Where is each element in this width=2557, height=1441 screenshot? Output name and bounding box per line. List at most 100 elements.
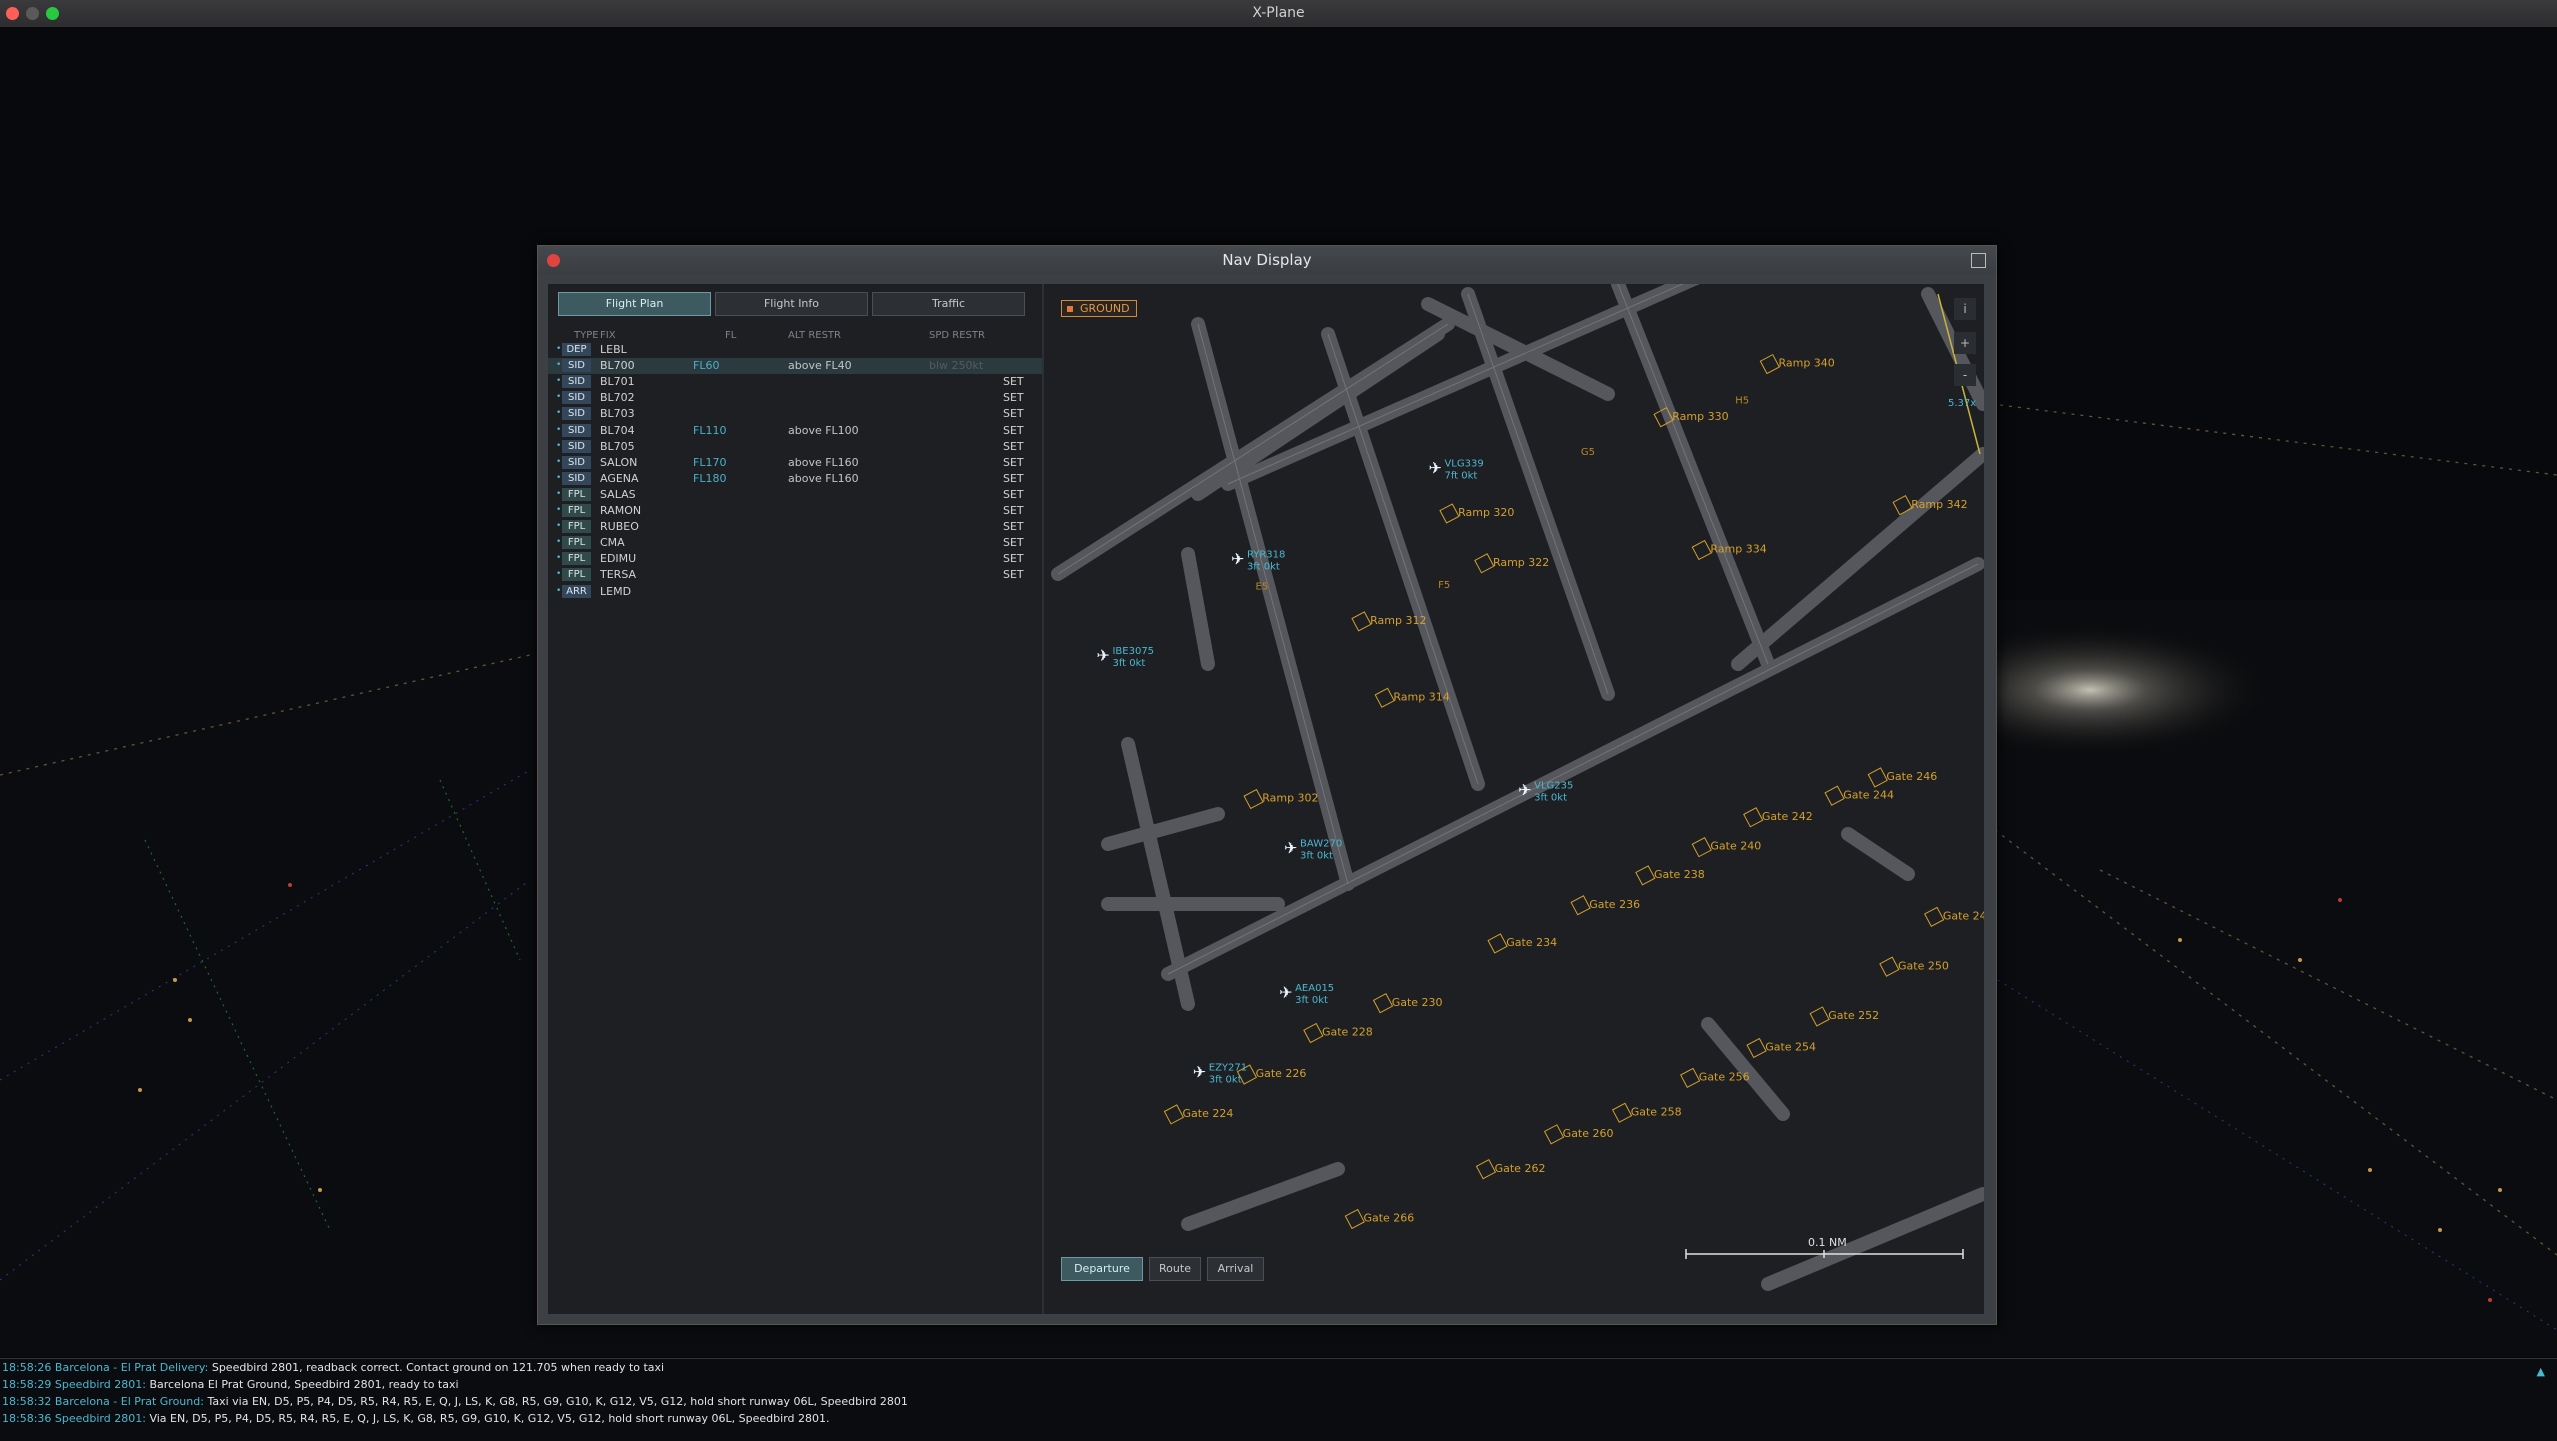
- flight-plan-row[interactable]: • DEP LEBL: [548, 342, 1042, 358]
- flight-plan-row[interactable]: • FPL CMA SET: [548, 535, 1042, 551]
- fix-name: CMA: [600, 536, 625, 550]
- stand-marker[interactable]: [1635, 865, 1656, 886]
- fix-type-badge: FPL: [562, 504, 591, 517]
- set-button[interactable]: SET: [1003, 504, 1024, 517]
- arrival-button[interactable]: Arrival: [1207, 1257, 1264, 1281]
- atc-message: 18:58:36 Speedbird 2801: Via EN, D5, P5,…: [2, 1412, 830, 1425]
- flight-plan-row[interactable]: • FPL RUBEO SET: [548, 519, 1042, 535]
- stand-marker[interactable]: [1759, 353, 1780, 375]
- stand-marker[interactable]: [1611, 1102, 1633, 1123]
- set-button[interactable]: SET: [1003, 407, 1024, 420]
- flight-plan-row[interactable]: • SID BL703 SET: [548, 406, 1042, 422]
- stand-marker[interactable]: [1163, 1104, 1185, 1125]
- flight-plan-row[interactable]: • FPL TERSA SET: [548, 567, 1042, 583]
- aircraft-alt-speed: 3ft 0kt: [1534, 792, 1567, 803]
- zoom-out-button[interactable]: -: [1954, 364, 1976, 386]
- stand-marker[interactable]: [1344, 1208, 1365, 1230]
- flight-plan-row[interactable]: • SID SALON FL170 above FL160 SET: [548, 455, 1042, 471]
- stand-marker[interactable]: [1439, 503, 1460, 524]
- stand-marker[interactable]: [1487, 933, 1508, 954]
- aircraft-icon[interactable]: ✈: [1279, 983, 1292, 1002]
- stand-marker[interactable]: [1743, 807, 1764, 828]
- stand-label: Gate 258: [1631, 1105, 1682, 1118]
- flight-plan-row[interactable]: • FPL EDIMU SET: [548, 551, 1042, 567]
- stand-marker[interactable]: [1351, 611, 1372, 632]
- alt-restriction: above FL100: [788, 423, 859, 437]
- message-sender: Barcelona - El Prat Ground:: [54, 1395, 204, 1408]
- ground-map[interactable]: Ramp 340 Ramp 330 Ramp 342 Ramp 320 Ramp 334…: [1048, 284, 1984, 1314]
- stand-label: Ramp 322: [1493, 556, 1549, 569]
- aircraft-icon[interactable]: ✈: [1284, 838, 1297, 857]
- airport-map-canvas[interactable]: Ramp 340 Ramp 330 Ramp 342 Ramp 320 Ramp 334…: [1048, 284, 1984, 1314]
- stand-label: Gate 234: [1506, 936, 1557, 949]
- stand-marker[interactable]: [1824, 785, 1845, 806]
- set-button[interactable]: SET: [1003, 391, 1024, 404]
- stand-marker[interactable]: [1924, 906, 1945, 928]
- aircraft-icon[interactable]: ✈: [1428, 458, 1441, 477]
- stand-marker[interactable]: [1474, 553, 1495, 574]
- aircraft-icon[interactable]: ✈: [1231, 550, 1244, 569]
- set-button[interactable]: SET: [1003, 472, 1024, 485]
- stand-marker[interactable]: [1867, 767, 1888, 788]
- console-expand-icon[interactable]: ▲: [2537, 1365, 2545, 1378]
- stand-marker[interactable]: [1809, 1006, 1830, 1027]
- set-button[interactable]: SET: [1003, 552, 1024, 565]
- map-info-button[interactable]: i: [1954, 298, 1976, 320]
- flight-plan-row[interactable]: • SID BL705 SET: [548, 439, 1042, 455]
- flight-plan-row[interactable]: • SID BL700 FL60 above FL40 blw 250kt: [548, 358, 1042, 375]
- set-button[interactable]: SET: [1003, 536, 1024, 549]
- set-button[interactable]: SET: [1003, 568, 1024, 581]
- flight-plan-row[interactable]: • SID BL702 SET: [548, 390, 1042, 406]
- fix-name: EDIMU: [600, 552, 637, 566]
- flight-plan-row[interactable]: • SID AGENA FL180 above FL160 SET: [548, 471, 1042, 487]
- nav-display-title-bar[interactable]: Nav Display: [538, 246, 1996, 274]
- route-button[interactable]: Route: [1149, 1257, 1201, 1281]
- flight-level: FL60: [693, 359, 720, 373]
- stand-label: Gate 236: [1589, 898, 1640, 911]
- set-button[interactable]: SET: [1003, 520, 1024, 533]
- flight-plan-row[interactable]: • SID BL704 FL110 above FL100 SET: [548, 423, 1042, 439]
- aircraft-icon[interactable]: ✈: [1096, 646, 1109, 665]
- aircraft-icon[interactable]: ✈: [1193, 1063, 1206, 1082]
- tab-flight-plan[interactable]: Flight Plan: [558, 292, 711, 316]
- flight-plan-row[interactable]: • FPL RAMON SET: [548, 503, 1042, 519]
- stand-marker[interactable]: [1543, 1124, 1565, 1145]
- fix-name: BL705: [600, 439, 635, 453]
- fix-type-badge: SID: [562, 391, 591, 405]
- flight-plan-row[interactable]: • SID BL701 SET: [548, 374, 1042, 390]
- stand-marker[interactable]: [1746, 1037, 1767, 1059]
- flight-plan-row[interactable]: • FPL SALAS SET: [548, 487, 1042, 503]
- stand-marker[interactable]: [1879, 956, 1900, 977]
- tab-traffic[interactable]: Traffic: [872, 292, 1025, 316]
- stand-label: Gate 256: [1699, 1070, 1750, 1083]
- tab-flight-info[interactable]: Flight Info: [715, 292, 868, 316]
- stand-marker[interactable]: [1374, 687, 1395, 708]
- set-button[interactable]: SET: [1003, 440, 1024, 453]
- stand-marker[interactable]: [1303, 1022, 1324, 1044]
- zoom-in-button[interactable]: +: [1954, 332, 1976, 354]
- row-marker-icon: •: [556, 360, 562, 371]
- aircraft-icon[interactable]: ✈: [1518, 780, 1531, 799]
- stand-marker[interactable]: [1475, 1159, 1497, 1180]
- stand-marker[interactable]: [1680, 1067, 1701, 1089]
- stand-marker[interactable]: [1243, 788, 1264, 810]
- fix-name: BL702: [600, 391, 635, 405]
- fix-name: RAMON: [600, 504, 642, 517]
- set-button[interactable]: SET: [1003, 488, 1024, 501]
- departure-button[interactable]: Departure: [1061, 1257, 1143, 1281]
- close-icon[interactable]: [547, 254, 560, 267]
- stand-label: Gate 224: [1183, 1107, 1234, 1120]
- flight-level: FL110: [693, 423, 727, 437]
- stand-marker[interactable]: [1372, 993, 1394, 1014]
- set-button[interactable]: SET: [1003, 375, 1024, 388]
- stand-marker[interactable]: [1691, 837, 1712, 858]
- flight-plan-row[interactable]: • ARR LEMD: [548, 584, 1042, 600]
- stand-label: Gate 252: [1828, 1009, 1879, 1022]
- set-button[interactable]: SET: [1003, 456, 1024, 469]
- message-text: Taxi via EN, D5, P5, P4, D5, R5, R4, R5,…: [207, 1395, 908, 1408]
- set-button[interactable]: SET: [1003, 424, 1024, 437]
- stand-marker[interactable]: [1570, 895, 1591, 916]
- pop-out-icon[interactable]: [1971, 253, 1986, 268]
- message-text: Via EN, D5, P5, P4, D5, R5, R4, R5, E, Q…: [149, 1412, 830, 1425]
- stand-marker[interactable]: [1691, 539, 1712, 561]
